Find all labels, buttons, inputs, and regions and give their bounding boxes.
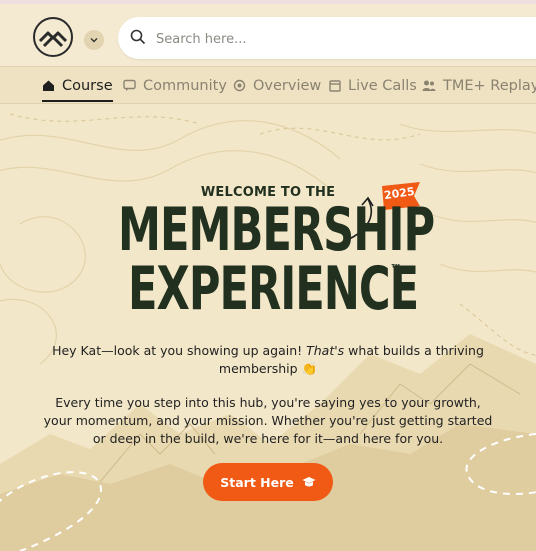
- tab-label: TME+ Replays: [443, 77, 536, 94]
- graduation-cap-icon: [302, 477, 316, 487]
- tab-course[interactable]: Course: [42, 67, 113, 104]
- search-bar[interactable]: [118, 17, 536, 59]
- greeting-emphasis: That's: [306, 343, 345, 358]
- tab-label: Community: [143, 77, 227, 94]
- tab-live-calls[interactable]: Live Calls: [329, 67, 417, 104]
- tab-label: Overview: [253, 77, 322, 94]
- logo-icon[interactable]: [33, 17, 73, 57]
- people-icon: [422, 80, 436, 91]
- tab-label: Live Calls: [348, 77, 417, 94]
- tab-overview[interactable]: Overview: [233, 67, 321, 104]
- tab-bar: Course Community Overview Live Calls TME…: [0, 66, 536, 104]
- tab-community[interactable]: Community: [123, 67, 227, 104]
- chat-icon: [123, 79, 136, 91]
- trademark-symbol: ™: [390, 262, 402, 276]
- greeting-text: Hey Kat—look at you showing up again! Th…: [40, 342, 496, 378]
- calendar-icon: [329, 80, 341, 92]
- hero-section: WELCOME TO THE 2025 MEMBERSHIP EXPERIENC…: [0, 104, 536, 551]
- target-icon: [233, 79, 246, 92]
- tab-tme-replays[interactable]: TME+ Replays: [422, 67, 536, 104]
- start-here-button[interactable]: Start Here: [203, 463, 333, 501]
- start-here-label: Start Here: [220, 474, 294, 490]
- greeting-start: Hey Kat—look at you showing up again!: [52, 343, 307, 358]
- title-line-2: EXPERIENCE: [128, 254, 419, 324]
- intro-paragraph: Every time you step into this hub, you'r…: [43, 395, 493, 446]
- search-input[interactable]: [154, 25, 518, 53]
- top-header: [0, 0, 536, 66]
- chevron-down-icon[interactable]: [84, 30, 104, 50]
- home-icon: [43, 80, 54, 91]
- tab-label: Course: [62, 77, 113, 94]
- search-icon: [130, 29, 146, 45]
